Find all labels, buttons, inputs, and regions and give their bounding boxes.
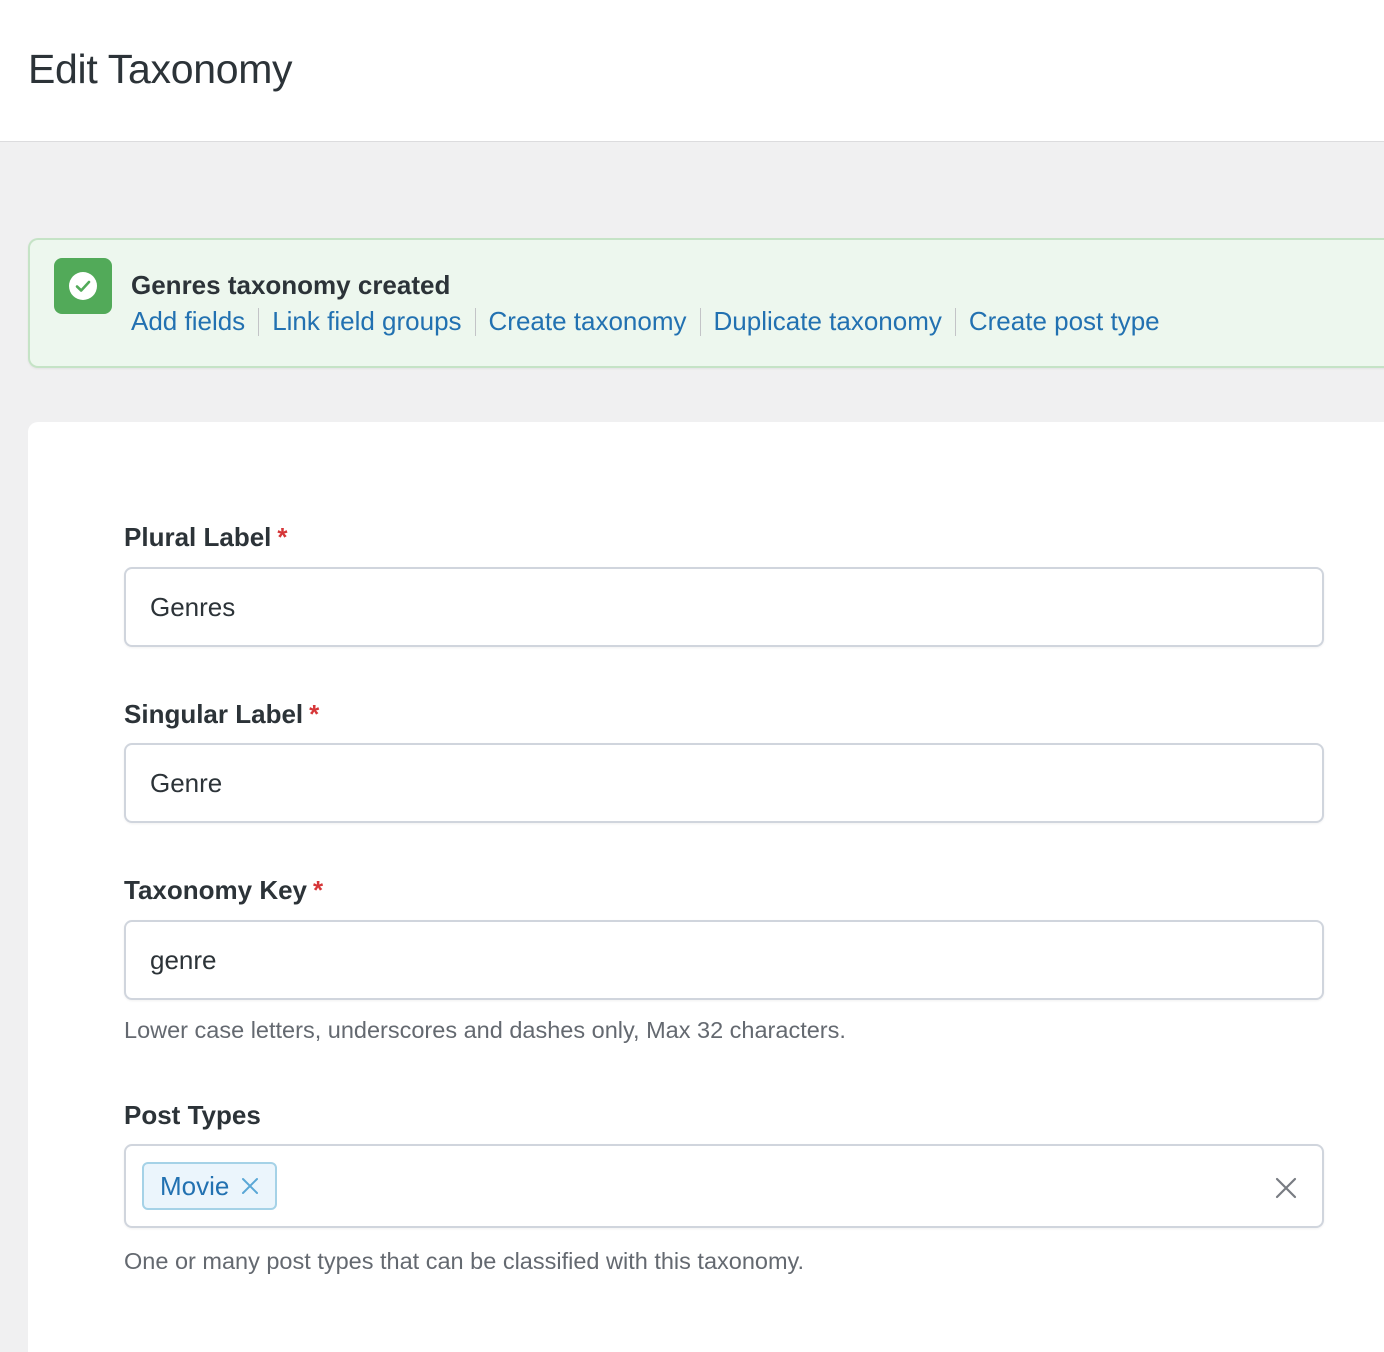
success-notice: Genres taxonomy created Add fields Link … <box>28 238 1384 368</box>
create-taxonomy-link[interactable]: Create taxonomy <box>489 306 687 337</box>
link-divider <box>699 307 701 336</box>
add-fields-link[interactable]: Add fields <box>131 306 245 337</box>
tag-label: Movie <box>160 1170 230 1201</box>
page-header: Edit Taxonomy <box>0 0 1384 142</box>
required-marker: * <box>309 699 320 729</box>
link-divider <box>258 307 260 336</box>
plural-label-label: Plural Label * <box>124 522 288 553</box>
selected-tag-movie: Movie <box>142 1162 278 1210</box>
link-field-groups-link[interactable]: Link field groups <box>272 306 461 337</box>
clear-selection-icon[interactable] <box>1274 1176 1298 1200</box>
notice-links: Add fields Link field groups Create taxo… <box>131 306 1160 337</box>
post-types-help: One or many post types that can be class… <box>124 1248 805 1274</box>
taxonomy-key-input[interactable] <box>124 920 1324 1000</box>
page-title: Edit Taxonomy <box>28 46 293 92</box>
taxonomy-key-help: Lower case letters, underscores and dash… <box>124 1017 846 1043</box>
plural-label-input[interactable] <box>124 567 1324 647</box>
notice-title: Genres taxonomy created <box>131 270 451 300</box>
taxonomy-key-label: Taxonomy Key * <box>124 875 323 906</box>
duplicate-taxonomy-link[interactable]: Duplicate taxonomy <box>714 306 942 337</box>
singular-label-text: Singular Label <box>124 699 304 729</box>
taxonomy-key-text: Taxonomy Key <box>124 875 308 905</box>
required-marker: * <box>313 875 324 905</box>
plural-label-text: Plural Label <box>124 522 272 552</box>
create-post-type-link[interactable]: Create post type <box>969 306 1160 337</box>
link-divider <box>954 307 956 336</box>
post-types-select[interactable]: Movie <box>124 1144 1324 1228</box>
link-divider <box>474 307 476 336</box>
check-circle-icon <box>54 258 112 314</box>
remove-tag-icon[interactable] <box>241 1177 259 1195</box>
singular-label-label: Singular Label * <box>124 699 319 730</box>
post-types-text: Post Types <box>124 1100 261 1130</box>
required-marker: * <box>277 522 288 552</box>
singular-label-input[interactable] <box>124 743 1324 823</box>
post-types-label: Post Types <box>124 1100 261 1131</box>
